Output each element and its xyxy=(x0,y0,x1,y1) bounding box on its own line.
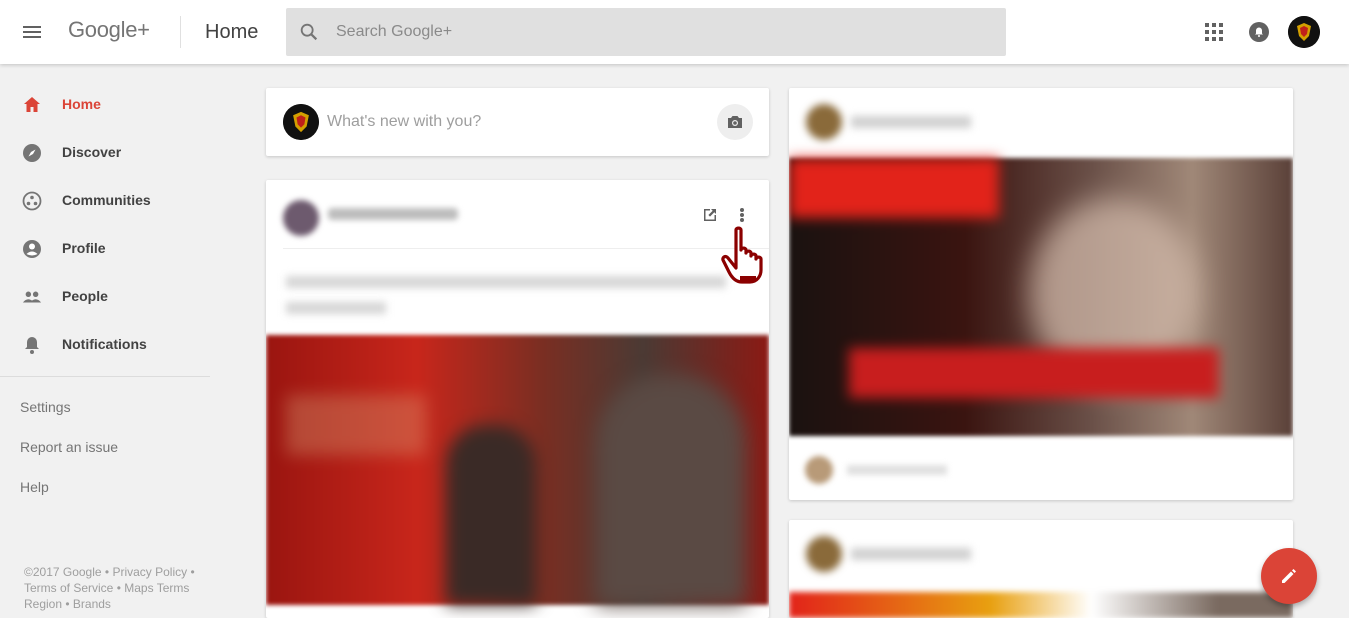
user-avatar xyxy=(283,104,319,140)
author-name-blurred xyxy=(328,208,458,220)
people-icon xyxy=(22,291,42,303)
sidebar-item-label: People xyxy=(62,288,108,304)
sidebar-item-people[interactable]: People xyxy=(0,273,210,321)
post-image[interactable] xyxy=(789,158,1293,436)
profile-icon xyxy=(23,240,41,258)
sidebar-item-home[interactable]: Home xyxy=(0,81,210,129)
pointing-hand-cursor-icon xyxy=(721,226,763,284)
sidebar-divider xyxy=(0,376,210,377)
search-icon xyxy=(300,23,318,41)
compose-fab-button[interactable] xyxy=(1261,548,1317,604)
terms-of-service-link[interactable]: Terms of Service xyxy=(24,581,113,595)
author-avatar xyxy=(806,536,842,572)
post-composer[interactable]: What's new with you? xyxy=(266,88,769,156)
post-header-divider xyxy=(283,248,769,249)
post-card xyxy=(789,520,1293,618)
composer-placeholder[interactable]: What's new with you? xyxy=(327,113,481,131)
account-avatar[interactable] xyxy=(1288,16,1320,48)
notifications-bell-icon[interactable] xyxy=(1249,22,1269,42)
author-name-blurred xyxy=(851,548,971,560)
commenter-avatar xyxy=(805,456,833,484)
comment-blurred xyxy=(847,465,947,475)
camera-icon[interactable] xyxy=(717,104,753,140)
compass-icon xyxy=(23,144,41,162)
author-avatar xyxy=(283,200,319,236)
post-card xyxy=(266,180,769,618)
help-link[interactable]: Help xyxy=(20,479,49,495)
more-options-icon[interactable] xyxy=(734,206,750,224)
header-divider xyxy=(180,16,181,48)
home-icon xyxy=(24,97,40,112)
sidebar-item-notifications[interactable]: Notifications xyxy=(0,321,210,369)
post-image[interactable] xyxy=(789,592,1293,618)
communities-icon xyxy=(22,191,42,211)
brands-link[interactable]: Brands xyxy=(73,597,111,611)
pencil-icon xyxy=(1282,569,1296,583)
google-plus-logo[interactable]: Google+ xyxy=(68,17,150,43)
sidebar-item-label: Notifications xyxy=(62,336,147,352)
sidebar-item-label: Communities xyxy=(62,192,151,208)
post-text-blurred xyxy=(286,302,386,314)
sidebar-item-profile[interactable]: Profile xyxy=(0,225,210,273)
post-card xyxy=(789,88,1293,500)
sidebar-item-label: Home xyxy=(62,96,101,112)
menu-icon[interactable] xyxy=(20,20,44,44)
sidebar-footer: ©2017 Google • Privacy Policy • Terms of… xyxy=(24,565,195,611)
settings-link[interactable]: Settings xyxy=(20,399,71,415)
sidebar-item-label: Profile xyxy=(62,240,106,256)
bell-icon xyxy=(25,337,39,354)
author-avatar xyxy=(806,104,842,140)
search-input[interactable] xyxy=(336,8,976,56)
copyright-text: ©2017 Google xyxy=(24,565,102,579)
sidebar: Home Discover Communities Profile People… xyxy=(0,64,210,618)
top-bar: Google+ Home xyxy=(0,0,1349,64)
privacy-policy-link[interactable]: Privacy Policy xyxy=(112,565,187,579)
post-image[interactable] xyxy=(266,335,769,605)
open-in-new-icon[interactable] xyxy=(702,207,718,223)
report-issue-link[interactable]: Report an issue xyxy=(20,439,118,455)
sidebar-item-discover[interactable]: Discover xyxy=(0,129,210,177)
post-text-blurred xyxy=(286,276,726,288)
page-title: Home xyxy=(205,21,259,43)
region-link[interactable]: Region xyxy=(24,597,62,611)
maps-terms-link[interactable]: Maps Terms xyxy=(124,581,189,595)
sidebar-item-communities[interactable]: Communities xyxy=(0,177,210,225)
search-box[interactable] xyxy=(286,8,1006,56)
apps-grid-icon[interactable] xyxy=(1205,23,1223,41)
sidebar-item-label: Discover xyxy=(62,144,122,160)
author-name-blurred xyxy=(851,116,971,128)
